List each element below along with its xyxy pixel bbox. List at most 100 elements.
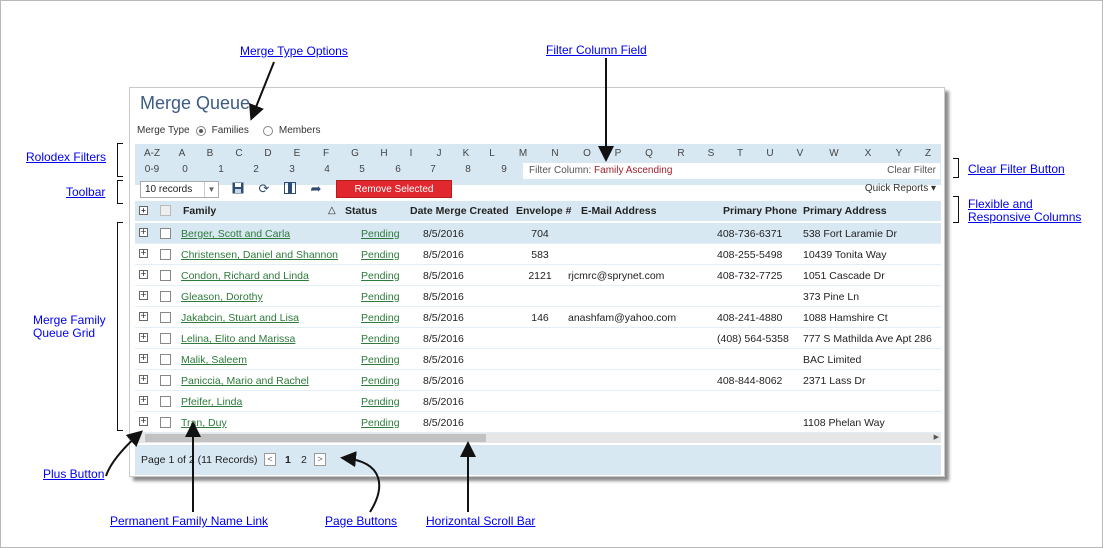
status-link[interactable]: Pending bbox=[361, 249, 400, 261]
row-checkbox[interactable] bbox=[160, 249, 171, 260]
row-checkbox[interactable] bbox=[160, 333, 171, 344]
horizontal-scroll-bar[interactable]: ▶ bbox=[135, 433, 941, 443]
rolodex-number-3[interactable]: 3 bbox=[289, 164, 295, 175]
rolodex-number-4[interactable]: 4 bbox=[324, 164, 330, 175]
sort-triangle-icon[interactable]: △ bbox=[328, 205, 336, 216]
rolodex-letter-e[interactable]: E bbox=[294, 148, 301, 159]
family-name-link[interactable]: Berger, Scott and Carla bbox=[181, 228, 290, 240]
family-name-link[interactable]: Condon, Richard and Linda bbox=[181, 270, 309, 282]
rolodex-letter-a[interactable]: A bbox=[179, 148, 186, 159]
scroll-right-arrow-icon[interactable]: ▶ bbox=[934, 433, 939, 441]
family-name-link[interactable]: Tran, Duy bbox=[181, 417, 227, 429]
rolodex-number-0[interactable]: 0 bbox=[182, 164, 188, 175]
row-checkbox[interactable] bbox=[160, 312, 171, 323]
row-checkbox[interactable] bbox=[160, 228, 171, 239]
rolodex-number-6[interactable]: 6 bbox=[395, 164, 401, 175]
status-link[interactable]: Pending bbox=[361, 333, 400, 345]
status-link[interactable]: Pending bbox=[361, 228, 400, 240]
plus-button[interactable]: + bbox=[139, 269, 148, 279]
rolodex-letter-i[interactable]: I bbox=[410, 148, 413, 159]
page-2-button[interactable]: 2 bbox=[301, 454, 307, 466]
plus-button[interactable]: + bbox=[139, 395, 148, 405]
status-link[interactable]: Pending bbox=[361, 312, 400, 324]
rolodex-letter-n[interactable]: N bbox=[551, 148, 558, 159]
rolodex-letter-q[interactable]: Q bbox=[645, 148, 653, 159]
family-name-link[interactable]: Pfeifer, Linda bbox=[181, 396, 242, 408]
next-page-button[interactable]: > bbox=[314, 453, 326, 466]
col-envelope[interactable]: Envelope # bbox=[516, 205, 571, 217]
refresh-icon[interactable]: ⟳ bbox=[257, 182, 271, 196]
page-1-button[interactable]: 1 bbox=[285, 454, 291, 466]
rolodex-number-1[interactable]: 1 bbox=[218, 164, 224, 175]
scroll-thumb[interactable] bbox=[145, 434, 486, 442]
export-arrow-icon[interactable]: ➦ bbox=[309, 182, 323, 196]
remove-selected-families-button[interactable]: Remove Selected Families bbox=[336, 180, 452, 213]
family-name-link[interactable]: Christensen, Daniel and Shannon bbox=[181, 249, 338, 261]
col-status[interactable]: Status bbox=[345, 205, 377, 217]
rolodex-letter-a-z[interactable]: A-Z bbox=[144, 148, 160, 159]
rolodex-number-9[interactable]: 9 bbox=[501, 164, 507, 175]
rolodex-letter-c[interactable]: C bbox=[235, 148, 242, 159]
records-per-page-select[interactable]: 10 records ▼ bbox=[140, 181, 219, 198]
row-checkbox[interactable] bbox=[160, 396, 171, 407]
col-primary-phone[interactable]: Primary Phone bbox=[723, 205, 797, 217]
plus-button[interactable]: + bbox=[139, 374, 148, 384]
col-email[interactable]: E-Mail Address bbox=[581, 205, 656, 217]
plus-button[interactable]: + bbox=[139, 248, 148, 258]
quick-reports-menu[interactable]: Quick Reports ▾ bbox=[865, 183, 936, 194]
rolodex-letter-p[interactable]: P bbox=[615, 148, 622, 159]
row-checkbox[interactable] bbox=[160, 375, 171, 386]
rolodex-letter-u[interactable]: U bbox=[766, 148, 773, 159]
family-name-link[interactable]: Paniccia, Mario and Rachel bbox=[181, 375, 309, 387]
rolodex-number-7[interactable]: 7 bbox=[430, 164, 436, 175]
rolodex-number-8[interactable]: 8 bbox=[465, 164, 471, 175]
status-link[interactable]: Pending bbox=[361, 270, 400, 282]
rolodex-number-2[interactable]: 2 bbox=[253, 164, 259, 175]
select-all-checkbox[interactable] bbox=[160, 205, 171, 216]
row-checkbox[interactable] bbox=[160, 291, 171, 302]
col-family[interactable]: Family bbox=[183, 205, 216, 217]
rolodex-letter-o[interactable]: O bbox=[583, 148, 591, 159]
families-radio[interactable] bbox=[195, 125, 206, 136]
rolodex-number-0-9[interactable]: 0-9 bbox=[145, 164, 159, 175]
columns-icon[interactable] bbox=[283, 182, 297, 196]
save-icon[interactable] bbox=[231, 182, 245, 196]
family-name-link[interactable]: Lelina, Elito and Marissa bbox=[181, 333, 295, 345]
plus-button[interactable]: + bbox=[139, 290, 148, 300]
rolodex-letter-x[interactable]: X bbox=[865, 148, 872, 159]
rolodex-letter-f[interactable]: F bbox=[323, 148, 329, 159]
rolodex-letter-b[interactable]: B bbox=[207, 148, 214, 159]
expand-all-plus-icon[interactable]: + bbox=[139, 206, 148, 215]
rolodex-letter-m[interactable]: M bbox=[519, 148, 527, 159]
row-checkbox[interactable] bbox=[160, 417, 171, 428]
prev-page-button[interactable]: < bbox=[264, 453, 276, 466]
rolodex-letter-w[interactable]: W bbox=[829, 148, 838, 159]
family-name-link[interactable]: Gleason, Dorothy bbox=[181, 291, 263, 303]
rolodex-letter-j[interactable]: J bbox=[437, 148, 442, 159]
plus-button[interactable]: + bbox=[139, 227, 148, 237]
col-date-merge-created[interactable]: Date Merge Created bbox=[410, 205, 509, 217]
rolodex-letter-k[interactable]: K bbox=[463, 148, 470, 159]
status-link[interactable]: Pending bbox=[361, 396, 400, 408]
status-link[interactable]: Pending bbox=[361, 417, 400, 429]
rolodex-letter-h[interactable]: H bbox=[380, 148, 387, 159]
plus-button[interactable]: + bbox=[139, 353, 148, 363]
row-checkbox[interactable] bbox=[160, 354, 171, 365]
row-checkbox[interactable] bbox=[160, 270, 171, 281]
family-name-link[interactable]: Malik, Saleem bbox=[181, 354, 247, 366]
rolodex-letter-g[interactable]: G bbox=[351, 148, 359, 159]
status-link[interactable]: Pending bbox=[361, 291, 400, 303]
plus-button[interactable]: + bbox=[139, 416, 148, 426]
rolodex-letter-v[interactable]: V bbox=[797, 148, 804, 159]
rolodex-letter-l[interactable]: L bbox=[489, 148, 495, 159]
status-link[interactable]: Pending bbox=[361, 354, 400, 366]
rolodex-letter-r[interactable]: R bbox=[677, 148, 684, 159]
members-radio[interactable] bbox=[262, 125, 273, 136]
rolodex-letter-s[interactable]: S bbox=[708, 148, 715, 159]
rolodex-letter-z[interactable]: Z bbox=[925, 148, 931, 159]
clear-filter-button[interactable]: Clear Filter bbox=[887, 165, 936, 176]
rolodex-letter-d[interactable]: D bbox=[264, 148, 271, 159]
rolodex-letter-y[interactable]: Y bbox=[896, 148, 903, 159]
status-link[interactable]: Pending bbox=[361, 375, 400, 387]
rolodex-letter-t[interactable]: T bbox=[737, 148, 743, 159]
